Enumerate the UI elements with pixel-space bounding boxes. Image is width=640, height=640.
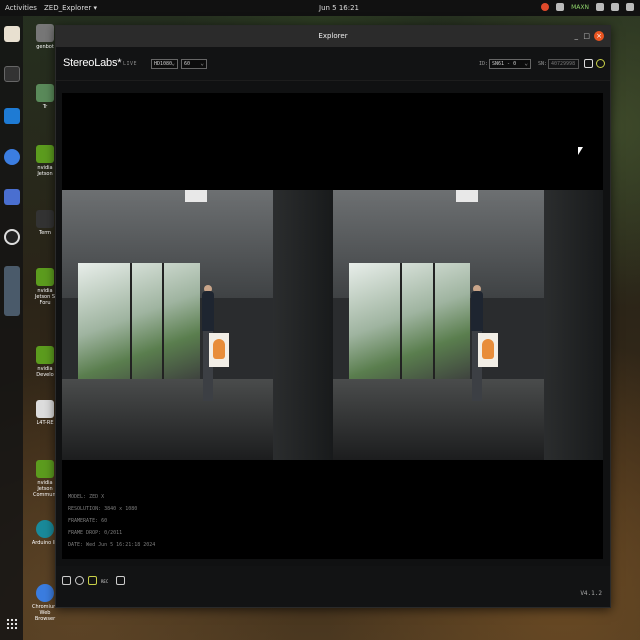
meta-model: MODEL: ZED X	[68, 494, 105, 500]
minimize-button[interactable]: _	[575, 32, 579, 40]
activities-button[interactable]: Activities	[5, 4, 37, 12]
explorer-window: Explorer _ □ × StereoLabs* LIVE HD1080 ⌄ …	[55, 25, 611, 608]
meta-framerate: FRAMERATE: 60	[68, 518, 108, 524]
dock	[0, 16, 23, 640]
right-camera-image	[332, 190, 603, 460]
app-menu[interactable]: ZED_Explorer ▾	[44, 4, 97, 12]
window-title: Explorer	[318, 32, 348, 40]
files-icon[interactable]	[4, 26, 20, 42]
app-footer: REC V4.1.2	[56, 566, 610, 607]
clock[interactable]: Jun 5 16:21	[319, 4, 359, 12]
folder-icon[interactable]	[62, 576, 71, 585]
live-label: LIVE	[123, 61, 138, 67]
version-label: V4.1.2	[580, 590, 602, 597]
camera-id-select[interactable]: SN61 - 0 ⌄	[489, 59, 531, 69]
camera-metadata: MODEL: ZED X RESOLUTION: 3840 x 1080 FRA…	[68, 491, 155, 551]
active-app-icon[interactable]	[4, 266, 20, 316]
mouse-cursor-icon	[578, 147, 583, 155]
resolution-select[interactable]: HD1080 ⌄	[151, 59, 178, 69]
fps-select[interactable]: 60 ⌄	[181, 59, 207, 69]
nvidia-community-icon	[36, 460, 54, 478]
chevron-down-icon: ⌄	[524, 60, 528, 67]
home-icon	[36, 24, 54, 42]
terminal-icon	[36, 210, 54, 228]
meta-frame-drop: FRAME DROP: 0/2011	[68, 530, 123, 536]
volume-icon[interactable]	[611, 3, 619, 11]
stream-icon[interactable]	[75, 576, 84, 585]
record-button[interactable]: REC	[101, 579, 108, 584]
power-icon[interactable]	[626, 3, 634, 11]
refresh-icon[interactable]	[584, 59, 593, 68]
close-button[interactable]: ×	[594, 31, 604, 41]
meta-date: DATE: Wed Jun 5 16:21:18 2024	[68, 542, 156, 548]
nvidia-forum-icon	[36, 268, 54, 286]
record-indicator-icon[interactable]	[541, 3, 550, 11]
app-header: StereoLabs* LIVE HD1080 ⌄ 60 ⌄ ID: SN61 - …	[56, 47, 610, 81]
viewer-panel: MODEL: ZED X RESOLUTION: 3840 x 1080 FRA…	[62, 93, 603, 559]
nvidia-icon	[36, 145, 54, 163]
top-bar: Activities ZED_Explorer ▾ Jun 5 16:21 MA…	[0, 0, 640, 16]
screenshot-icon[interactable]	[4, 189, 20, 205]
serial-number-field[interactable]: 40729998	[548, 59, 579, 69]
obs-icon[interactable]	[4, 229, 20, 245]
svo-icon[interactable]	[88, 576, 97, 585]
window-titlebar[interactable]: Explorer _ □ ×	[56, 26, 610, 47]
doc-icon	[36, 400, 54, 418]
system-tray[interactable]: MAXN	[541, 3, 634, 11]
stereo-video-feed[interactable]	[62, 190, 603, 460]
chevron-down-icon: ⌄	[171, 60, 175, 67]
nvidia-dev-icon	[36, 346, 54, 364]
chromium-icon	[36, 584, 54, 602]
app-grid-icon[interactable]	[6, 618, 18, 630]
maximize-button[interactable]: □	[583, 32, 590, 40]
meta-resolution: RESOLUTION: 3840 x 1080	[68, 506, 138, 512]
id-label: ID:	[479, 61, 489, 67]
wifi-icon[interactable]	[556, 3, 565, 11]
chevron-down-icon: ⌄	[200, 60, 204, 67]
camera-snapshot-icon[interactable]	[116, 576, 125, 585]
left-camera-image	[62, 190, 333, 460]
trash-icon	[36, 84, 54, 102]
vscode-icon[interactable]	[4, 108, 20, 124]
sn-label: SN:	[538, 61, 548, 67]
power-mode-label[interactable]: MAXN	[571, 4, 589, 11]
chromium-icon[interactable]	[4, 149, 20, 165]
arduino-icon	[36, 520, 54, 538]
network-icon[interactable]	[596, 3, 604, 11]
terminal-icon[interactable]	[4, 66, 20, 82]
stereolabs-logo: StereoLabs*	[63, 57, 122, 69]
settings-gear-icon[interactable]	[596, 59, 605, 68]
